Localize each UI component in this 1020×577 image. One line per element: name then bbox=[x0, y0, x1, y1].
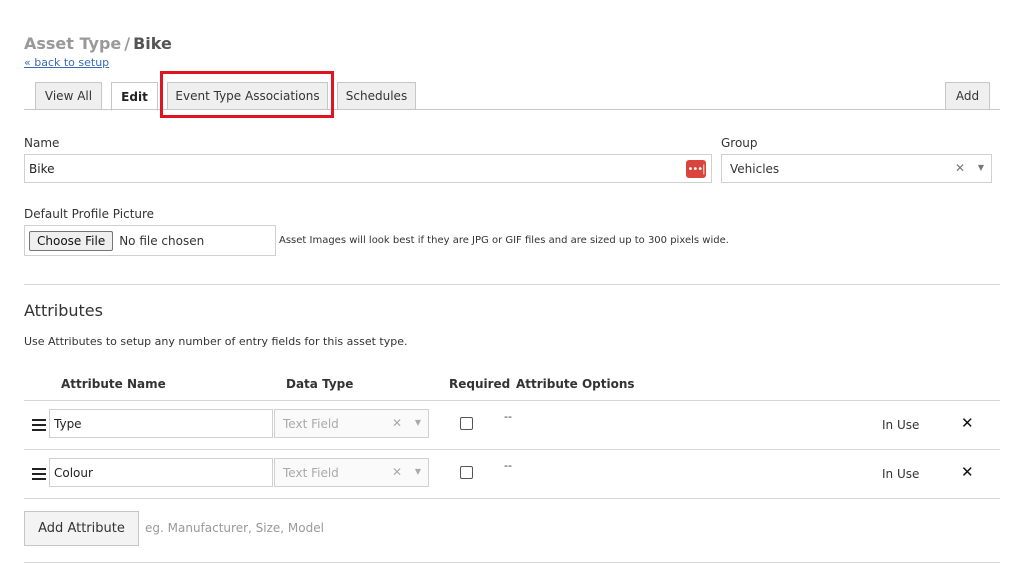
attribute-options: -- bbox=[504, 410, 512, 423]
status-in-use: In Use bbox=[882, 467, 920, 481]
name-label: Name bbox=[24, 136, 60, 150]
tab-edit[interactable]: Edit bbox=[111, 82, 158, 111]
header-required: Required bbox=[449, 377, 511, 391]
clear-icon: ✕ bbox=[391, 416, 402, 430]
chevron-down-icon[interactable]: ▼ bbox=[978, 163, 984, 172]
table-header-divider bbox=[24, 400, 1000, 401]
clear-icon[interactable]: ✕ bbox=[955, 161, 965, 175]
breadcrumb-current: Bike bbox=[133, 34, 172, 53]
footer-divider bbox=[24, 562, 1000, 563]
breadcrumb-separator: / bbox=[124, 34, 131, 53]
attributes-title: Attributes bbox=[24, 301, 103, 320]
file-input[interactable]: Choose File No file chosen bbox=[24, 225, 276, 256]
back-to-setup-link[interactable]: « back to setup bbox=[24, 56, 109, 69]
data-type-value: Text Field bbox=[283, 465, 339, 480]
attribute-options: -- bbox=[504, 459, 512, 472]
data-type-value: Text Field bbox=[283, 416, 339, 431]
group-select[interactable]: Vehicles ✕ ▼ bbox=[721, 154, 992, 183]
no-file-text: No file chosen bbox=[119, 233, 205, 248]
drag-handle-icon[interactable] bbox=[32, 419, 46, 434]
tab-view-all[interactable]: View All bbox=[35, 82, 102, 110]
group-value: Vehicles bbox=[730, 161, 780, 176]
breadcrumb-asset-type: Asset Type bbox=[24, 34, 122, 53]
header-data-type: Data Type bbox=[286, 377, 354, 391]
add-attribute-button[interactable]: Add Attribute bbox=[24, 511, 139, 546]
picture-label: Default Profile Picture bbox=[24, 207, 155, 221]
attribute-name-value: Colour bbox=[54, 465, 93, 480]
name-field[interactable]: Bike •••| bbox=[24, 154, 712, 183]
required-checkbox[interactable] bbox=[460, 466, 473, 479]
name-value: Bike bbox=[29, 161, 55, 176]
required-checkbox[interactable] bbox=[460, 417, 473, 430]
delete-icon[interactable]: ✕ bbox=[961, 414, 974, 432]
data-type-select[interactable]: Text Field ✕ ▼ bbox=[274, 409, 429, 438]
tab-schedules[interactable]: Schedules bbox=[337, 82, 416, 110]
status-in-use: In Use bbox=[882, 418, 920, 432]
drag-handle-icon[interactable] bbox=[32, 468, 46, 483]
page-title: Asset Type / Bike bbox=[24, 34, 172, 53]
password-manager-icon[interactable]: •••| bbox=[686, 160, 706, 178]
group-label: Group bbox=[721, 136, 758, 150]
add-attribute-hint: eg. Manufacturer, Size, Model bbox=[145, 521, 324, 535]
row-divider bbox=[24, 449, 1000, 450]
delete-icon[interactable]: ✕ bbox=[961, 463, 974, 481]
header-attribute-options: Attribute Options bbox=[516, 377, 635, 391]
tab-add[interactable]: Add bbox=[945, 82, 990, 110]
data-type-select[interactable]: Text Field ✕ ▼ bbox=[274, 458, 429, 487]
row-divider bbox=[24, 498, 1000, 499]
attribute-name-value: Type bbox=[54, 416, 82, 431]
clear-icon: ✕ bbox=[391, 465, 402, 479]
choose-file-button[interactable]: Choose File bbox=[29, 230, 114, 251]
picture-hint: Asset Images will look best if they are … bbox=[279, 235, 729, 246]
attribute-name-field[interactable]: Type bbox=[49, 409, 273, 438]
chevron-down-icon: ▼ bbox=[414, 467, 421, 476]
chevron-down-icon: ▼ bbox=[414, 418, 421, 427]
attribute-name-field[interactable]: Colour bbox=[49, 458, 273, 487]
header-attribute-name: Attribute Name bbox=[61, 377, 166, 391]
section-divider bbox=[24, 284, 1000, 285]
highlight-box bbox=[160, 71, 334, 118]
attributes-description: Use Attributes to setup any number of en… bbox=[24, 335, 408, 348]
